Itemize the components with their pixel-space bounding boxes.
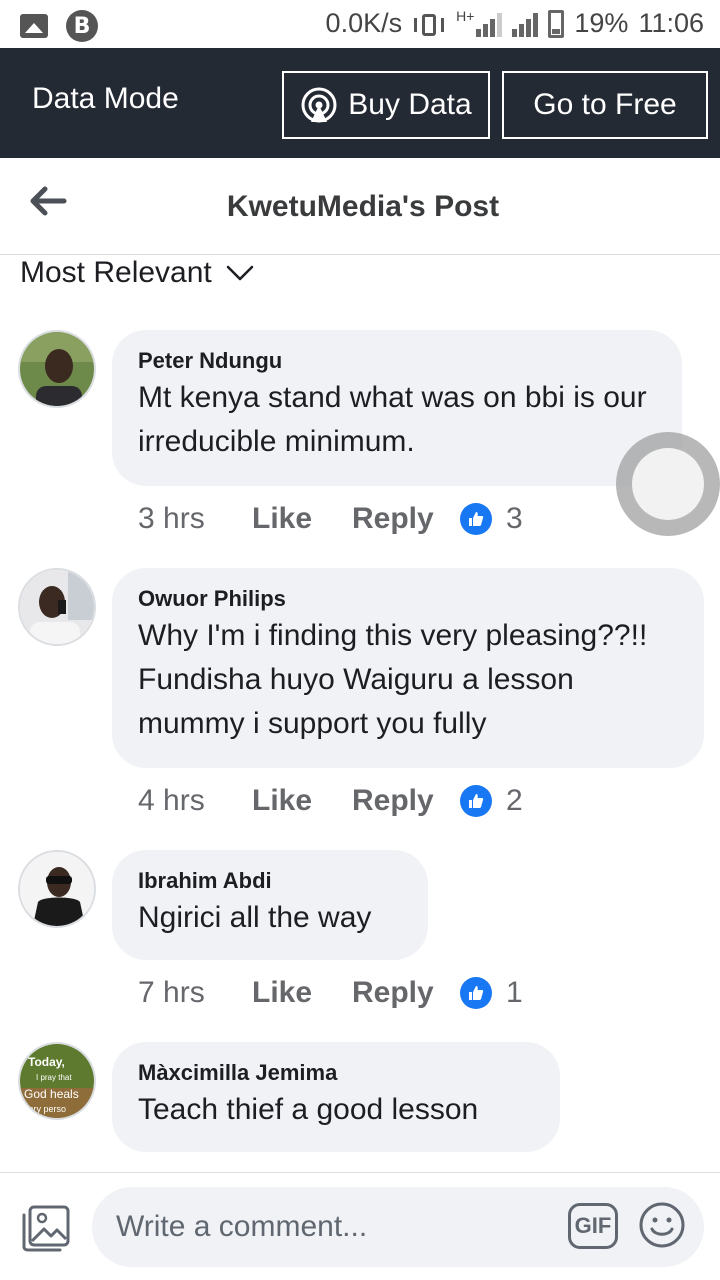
comment-author[interactable]: Màxcimilla Jemima bbox=[138, 1058, 534, 1088]
comment-time: 4 hrs bbox=[138, 784, 205, 817]
sort-label: Most Relevant bbox=[20, 256, 212, 289]
comment-actions: 4 hrs Like Reply 2 bbox=[138, 784, 523, 818]
bitcoin-notification-icon: B bbox=[66, 10, 98, 42]
signal-icon-2 bbox=[512, 11, 539, 37]
reaction-count[interactable]: 1 bbox=[506, 976, 523, 1010]
thumbs-up-icon bbox=[460, 785, 492, 817]
comment-time: 7 hrs bbox=[138, 976, 205, 1009]
go-to-free-button[interactable]: Go to Free bbox=[502, 71, 708, 139]
comment-author[interactable]: Peter Ndungu bbox=[138, 346, 656, 376]
go-to-free-label: Go to Free bbox=[533, 88, 677, 121]
broadcast-icon bbox=[301, 87, 337, 123]
network-speed: 0.0K/s bbox=[325, 8, 403, 38]
emoji-icon[interactable] bbox=[638, 1201, 686, 1249]
avatar-caption: very perso bbox=[24, 1104, 66, 1114]
vibrate-icon bbox=[412, 10, 446, 38]
avatar[interactable] bbox=[18, 850, 96, 928]
reply-button[interactable]: Reply bbox=[352, 976, 460, 1010]
data-mode-label: Data Mode bbox=[32, 82, 179, 115]
reaction-count[interactable]: 3 bbox=[506, 502, 523, 536]
data-mode-bar: Data Mode Buy Data Go to Free bbox=[0, 48, 720, 158]
like-button[interactable]: Like bbox=[252, 784, 352, 818]
avatar-caption: Today, bbox=[28, 1055, 65, 1069]
network-type: H+ bbox=[456, 8, 475, 24]
reply-button[interactable]: Reply bbox=[352, 502, 460, 536]
buy-data-label: Buy Data bbox=[348, 88, 472, 121]
avatar[interactable] bbox=[18, 330, 96, 408]
like-button[interactable]: Like bbox=[252, 502, 352, 536]
thumbs-up-icon bbox=[460, 977, 492, 1009]
reply-button[interactable]: Reply bbox=[352, 784, 460, 818]
comment-author[interactable]: Owuor Philips bbox=[138, 584, 678, 614]
avatar[interactable]: Today, I pray that God heals very perso bbox=[18, 1042, 96, 1120]
comment-text: Teach thief a good lesson bbox=[138, 1093, 479, 1126]
avatar[interactable] bbox=[18, 568, 96, 646]
clock: 11:06 bbox=[638, 8, 704, 38]
post-header: KwetuMedia's Post bbox=[0, 158, 720, 255]
comment-time: 3 hrs bbox=[138, 502, 205, 535]
status-bar: B 0.0K/s H+ 19% 11:06 bbox=[0, 0, 720, 48]
gif-label: GIF bbox=[574, 1213, 612, 1238]
comment-input-placeholder: Write a comment... bbox=[116, 1210, 368, 1243]
comment-bubble[interactable]: Màxcimilla Jemima Teach thief a good les… bbox=[112, 1042, 560, 1152]
page-title: KwetuMedia's Post bbox=[226, 190, 500, 223]
comment-actions: 3 hrs Like Reply 3 bbox=[138, 502, 523, 536]
sort-dropdown[interactable]: Most Relevant bbox=[20, 256, 254, 290]
comment-bubble[interactable]: Peter Ndungu Mt kenya stand what was on … bbox=[112, 330, 682, 486]
chevron-down-icon bbox=[226, 265, 253, 281]
comment-bubble[interactable]: Owuor Philips Why I'm i finding this ver… bbox=[112, 568, 704, 768]
comment-author[interactable]: Ibrahim Abdi bbox=[138, 866, 402, 896]
comment-text: Why I'm i finding this very pleasing??!!… bbox=[138, 619, 648, 740]
comment-composer: Write a comment... GIF bbox=[0, 1172, 720, 1280]
floating-assistive-button[interactable] bbox=[616, 432, 720, 536]
thumbs-up-icon bbox=[460, 503, 492, 535]
comment-bubble[interactable]: Ibrahim Abdi Ngirici all the way bbox=[112, 850, 428, 960]
image-notification-icon bbox=[20, 14, 48, 38]
battery-icon bbox=[548, 9, 565, 38]
comment-text: Ngirici all the way bbox=[138, 901, 372, 934]
comment-actions: 7 hrs Like Reply 1 bbox=[138, 976, 523, 1010]
comment-text: Mt kenya stand what was on bbi is our ir… bbox=[138, 381, 647, 458]
gif-icon[interactable]: GIF bbox=[568, 1203, 618, 1249]
buy-data-button[interactable]: Buy Data bbox=[282, 71, 490, 139]
reaction-count[interactable]: 2 bbox=[506, 784, 523, 818]
like-button[interactable]: Like bbox=[252, 976, 352, 1010]
battery-percent: 19% bbox=[574, 8, 629, 38]
avatar-caption: I pray that bbox=[36, 1073, 72, 1082]
signal-icon bbox=[476, 11, 503, 37]
avatar-caption: God heals bbox=[24, 1087, 79, 1101]
photo-icon[interactable] bbox=[20, 1203, 72, 1253]
